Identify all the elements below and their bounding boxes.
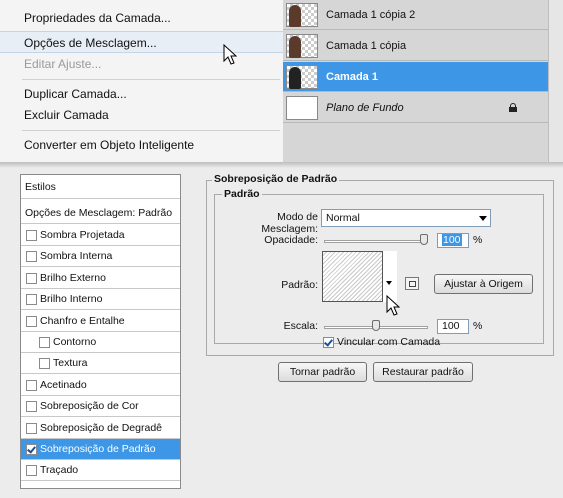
layer-thumbnail: [286, 65, 318, 89]
style-item-label: Sombra Projetada: [40, 229, 125, 241]
style-checkbox[interactable]: [26, 401, 37, 413]
menu-separator: [22, 130, 280, 131]
style-checkbox[interactable]: [26, 465, 37, 477]
blend-mode-select[interactable]: Normal: [321, 209, 491, 227]
layer-name: Camada 1 cópia: [326, 40, 407, 52]
mouse-pointer-icon: [386, 295, 400, 316]
snap-to-origin-button[interactable]: Ajustar à Origem: [434, 274, 533, 294]
style-checkbox[interactable]: [26, 379, 37, 391]
styles-header[interactable]: Estilos: [21, 175, 180, 199]
mouse-pointer-icon: [223, 44, 237, 65]
style-checkbox[interactable]: [26, 444, 37, 455]
pattern-subgroup-title: Padrão: [222, 188, 262, 200]
style-item-label: Traçado: [40, 464, 79, 477]
scale-slider-handle[interactable]: [372, 320, 380, 331]
reset-to-default-button[interactable]: Restaurar padrão: [373, 362, 473, 382]
style-item[interactable]: Acetinado: [21, 375, 180, 396]
layer-thumbnail: [286, 96, 318, 120]
menu-separator: [22, 79, 280, 80]
style-item[interactable]: Sombra Projetada: [21, 225, 180, 246]
menu-item-delete-layer[interactable]: Excluir Camada: [0, 104, 283, 126]
dialog-shadow: [0, 162, 563, 168]
scale-value: 100: [442, 320, 460, 332]
layer-row-selected[interactable]: Camada 1: [283, 62, 563, 92]
style-item-label: Chanfro e Entalhe: [40, 314, 125, 327]
layer-name: Camada 1 cópia 2: [326, 9, 416, 21]
style-checkbox[interactable]: [26, 272, 37, 284]
style-checkbox[interactable]: [26, 315, 37, 327]
style-item[interactable]: Brilho Externo: [21, 268, 180, 289]
link-with-layer-checkbox[interactable]: [323, 337, 334, 348]
layers-panel: Camada 1 cópia 2 Camada 1 cópia Camada 1…: [283, 0, 563, 162]
layer-row[interactable]: Plano de Fundo: [283, 93, 563, 123]
style-item-label: Brilho Externo: [40, 271, 106, 284]
opacity-unit: %: [473, 234, 483, 246]
style-item[interactable]: Sobreposição de Cor: [21, 396, 180, 418]
style-item-label: Sobreposição de Padrão: [40, 443, 156, 455]
link-with-layer-label: Vincular com Camada: [337, 336, 441, 348]
style-checkbox[interactable]: [26, 251, 37, 263]
style-item[interactable]: Brilho Interno: [21, 289, 180, 311]
menu-item-duplicate-layer[interactable]: Duplicar Camada...: [0, 83, 283, 105]
style-item[interactable]: Contorno: [21, 332, 180, 353]
style-item[interactable]: Sobreposição de Padrão: [21, 439, 180, 460]
blend-mode-label: Modo de Mesclagem:: [261, 211, 318, 235]
style-item-label: Sobreposição de Degradê: [40, 421, 163, 434]
opacity-label: Opacidade:: [264, 234, 318, 246]
styles-list: Estilos Opções de Mesclagem: Padrão Somb…: [20, 174, 181, 489]
layer-row[interactable]: Camada 1 cópia 2: [283, 0, 563, 30]
style-item-label: Sobreposição de Cor: [40, 400, 139, 413]
pattern-overlay-title: Sobreposição de Padrão: [212, 173, 340, 185]
style-checkbox[interactable]: [26, 230, 37, 241]
style-item[interactable]: Chanfro e Entalhe: [21, 311, 180, 332]
scale-input[interactable]: 100: [437, 319, 469, 334]
style-item-label: Brilho Interno: [40, 293, 103, 306]
new-preset-icon[interactable]: [405, 277, 419, 290]
style-item-label: Contorno: [53, 336, 97, 348]
style-checkbox[interactable]: [39, 337, 50, 348]
menu-item-blending-options[interactable]: Opções de Mesclagem...: [0, 31, 283, 53]
style-item[interactable]: Textura: [21, 353, 180, 375]
layer-thumbnail: [286, 34, 318, 58]
layer-row[interactable]: Camada 1 cópia: [283, 31, 563, 61]
opacity-value: 100: [442, 234, 462, 246]
layer-name: Camada 1: [326, 71, 378, 83]
layer-context-menu: Propriedades da Camada... Opções de Mesc…: [0, 0, 284, 162]
opacity-input[interactable]: 100: [437, 233, 469, 248]
lock-icon: [509, 103, 517, 112]
style-item[interactable]: Sobreposição de Degradê: [21, 418, 180, 439]
opacity-slider-track[interactable]: [324, 240, 428, 243]
opacity-slider-handle[interactable]: [420, 234, 428, 245]
layer-name: Plano de Fundo: [326, 102, 404, 114]
style-item-label: Textura: [53, 357, 88, 370]
style-item-label: Acetinado: [40, 378, 87, 391]
menu-item-edit-adjustment: Editar Ajuste...: [24, 57, 102, 71]
menu-item-layer-properties[interactable]: Propriedades da Camada...: [0, 7, 283, 29]
blending-options-item[interactable]: Opções de Mesclagem: Padrão: [21, 203, 180, 224]
style-checkbox[interactable]: [26, 422, 37, 434]
style-item[interactable]: Sombra Interna: [21, 246, 180, 268]
layers-scrollbar[interactable]: [548, 0, 563, 162]
style-item[interactable]: Traçado: [21, 460, 180, 482]
scale-unit: %: [473, 320, 483, 332]
blend-mode-value: Normal: [326, 212, 360, 224]
scale-label: Escala:: [283, 320, 318, 332]
make-default-button[interactable]: Tornar padrão: [278, 362, 367, 382]
style-checkbox[interactable]: [26, 294, 37, 306]
layer-thumbnail: [286, 3, 318, 27]
chevron-down-icon: [386, 281, 392, 285]
menu-item-convert-smart-object[interactable]: Converter em Objeto Inteligente: [0, 134, 283, 156]
chevron-down-icon: [479, 216, 487, 221]
pattern-label: Padrão:: [281, 279, 318, 291]
style-checkbox[interactable]: [39, 358, 50, 370]
style-item-label: Sombra Interna: [40, 250, 113, 263]
